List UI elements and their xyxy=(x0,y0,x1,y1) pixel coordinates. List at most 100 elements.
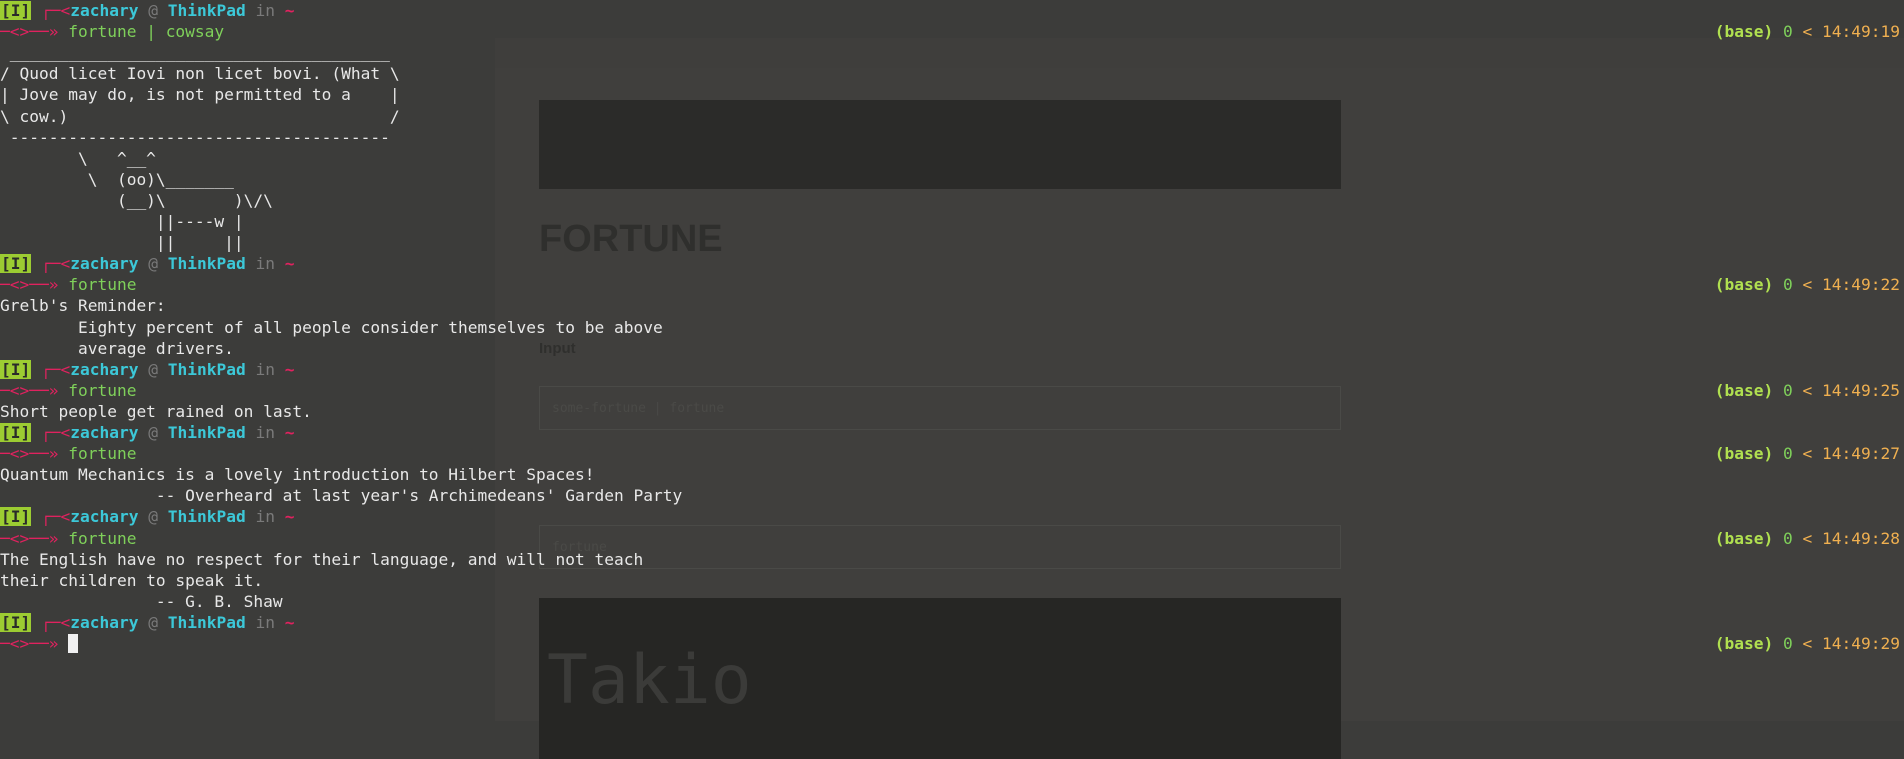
prompt-lt: < xyxy=(1802,528,1813,548)
prompt-host: ThinkPad xyxy=(167,612,246,632)
command-text: fortune xyxy=(68,380,137,400)
prompt-host: ThinkPad xyxy=(167,423,246,442)
prompt-connector-icon: ┌─< xyxy=(41,423,71,442)
output-text: -- Overheard at last year's Archimedeans… xyxy=(0,486,683,506)
prompt-host: ThinkPad xyxy=(167,254,246,274)
output-text: Short people get rained on last. xyxy=(0,401,312,421)
prompt-in: in xyxy=(255,359,275,379)
output-text: (__)\ )\/\ xyxy=(0,190,273,210)
prompt-connector-icon: ┌─< xyxy=(41,612,71,632)
command-text: fortune | cowsay xyxy=(68,22,225,42)
prompt-arrow-icon: ─<>──» xyxy=(0,528,59,548)
prompt-user: zachary xyxy=(70,423,139,442)
output-line: --------------------------------------- xyxy=(0,127,1904,148)
command-text: fortune xyxy=(68,444,137,464)
prompt-command-line: ─<>──» fortune (base) 0 < 14:49:27 xyxy=(0,443,1904,464)
prompt-at: @ xyxy=(148,1,158,20)
prompt-directory: ~ xyxy=(284,254,295,274)
output-text: ||----w | xyxy=(0,212,244,231)
prompt-in: in xyxy=(255,1,275,20)
prompt-user: zachary xyxy=(70,359,139,379)
right-prompt: (base) 0 < 14:49:22 xyxy=(1715,274,1900,295)
output-line: their children to speak it. xyxy=(0,570,1904,591)
command-text: fortune xyxy=(68,275,137,295)
output-text: | Jove may do, is not permitted to a | xyxy=(0,85,400,105)
timestamp: 14:49:27 xyxy=(1822,444,1900,464)
vi-mode-indicator: [I] xyxy=(0,612,32,632)
vi-mode-indicator: [I] xyxy=(0,359,32,379)
output-text: -- G. B. Shaw xyxy=(0,591,283,611)
output-line: / Quod licet Iovi non licet bovi. (What … xyxy=(0,63,1904,84)
output-text: --------------------------------------- xyxy=(0,127,390,147)
output-line: | Jove may do, is not permitted to a | xyxy=(0,84,1904,105)
prompt-connector-icon: ┌─< xyxy=(41,1,71,20)
prompt-arrow-icon: ─<>──» xyxy=(0,380,59,400)
output-line: average drivers. xyxy=(0,338,1904,359)
output-line: The English have no respect for their la… xyxy=(0,549,1904,570)
vi-mode-indicator: [I] xyxy=(0,254,32,274)
prompt-command-line: ─<>──» fortune (base) 0 < 14:49:22 xyxy=(0,274,1904,295)
prompt-at: @ xyxy=(148,254,158,274)
prompt-directory: ~ xyxy=(284,359,295,379)
output-line: _______________________________________ xyxy=(0,42,1904,63)
output-text: Grelb's Reminder: xyxy=(0,296,166,316)
prompt-header-line: [I] ┌─<zachary @ ThinkPad in ~ xyxy=(0,422,1904,443)
output-line: Eighty percent of all people consider th… xyxy=(0,317,1904,338)
output-text: Eighty percent of all people consider th… xyxy=(0,317,663,337)
output-line: \ cow.) / xyxy=(0,106,1904,127)
right-prompt: (base) 0 < 14:49:25 xyxy=(1715,380,1900,401)
output-line: -- Overheard at last year's Archimedeans… xyxy=(0,485,1904,506)
output-text: || || xyxy=(0,233,244,253)
prompt-user: zachary xyxy=(70,1,139,20)
prompt-at: @ xyxy=(148,507,158,527)
output-text: \ cow.) / xyxy=(0,106,400,126)
output-text: average drivers. xyxy=(0,338,234,358)
prompt-directory: ~ xyxy=(284,612,295,632)
prompt-lt: < xyxy=(1802,22,1813,42)
prompt-user: zachary xyxy=(70,507,139,527)
exit-code: 0 xyxy=(1783,528,1793,548)
command-text: fortune xyxy=(68,528,137,548)
prompt-in: in xyxy=(255,612,275,632)
prompt-at: @ xyxy=(148,359,158,379)
conda-env-badge: (base) xyxy=(1714,528,1774,548)
output-line: Grelb's Reminder: xyxy=(0,295,1904,316)
prompt-header-line: [I] ┌─<zachary @ ThinkPad in ~ xyxy=(0,253,1904,274)
output-line: (__)\ )\/\ xyxy=(0,190,1904,211)
prompt-user: zachary xyxy=(70,612,139,632)
prompt-connector-icon: ┌─< xyxy=(41,507,71,527)
conda-env-badge: (base) xyxy=(1714,22,1774,42)
exit-code: 0 xyxy=(1783,380,1793,400)
prompt-command-line: ─<>──» (base) 0 < 14:49:29 xyxy=(0,633,1904,654)
prompt-directory: ~ xyxy=(284,507,295,527)
output-text: / Quod licet Iovi non licet bovi. (What … xyxy=(0,64,400,84)
prompt-in: in xyxy=(255,254,275,274)
output-line: \ (oo)\_______ xyxy=(0,169,1904,190)
prompt-at: @ xyxy=(148,612,158,632)
prompt-command-line: ─<>──» fortune (base) 0 < 14:49:25 xyxy=(0,380,1904,401)
right-prompt: (base) 0 < 14:49:27 xyxy=(1715,443,1900,464)
output-line: Quantum Mechanics is a lovely introducti… xyxy=(0,464,1904,485)
prompt-host: ThinkPad xyxy=(167,1,246,20)
timestamp: 14:49:28 xyxy=(1822,528,1900,548)
prompt-user: zachary xyxy=(70,254,139,274)
prompt-host: ThinkPad xyxy=(167,359,246,379)
conda-env-badge: (base) xyxy=(1714,444,1774,464)
output-line: \ ^__^ xyxy=(0,148,1904,169)
vi-mode-indicator: [I] xyxy=(0,1,32,20)
prompt-arrow-icon: ─<>──» xyxy=(0,444,59,464)
exit-code: 0 xyxy=(1783,275,1793,295)
output-line: || || xyxy=(0,232,1904,253)
prompt-host: ThinkPad xyxy=(167,507,246,527)
text-cursor[interactable] xyxy=(68,634,79,653)
vi-mode-indicator: [I] xyxy=(0,507,32,527)
prompt-connector-icon: ┌─< xyxy=(41,254,71,274)
prompt-command-line: ─<>──» fortune (base) 0 < 14:49:28 xyxy=(0,528,1904,549)
conda-env-badge: (base) xyxy=(1714,634,1774,653)
prompt-header-line: [I] ┌─<zachary @ ThinkPad in ~ xyxy=(0,506,1904,527)
output-text: Quantum Mechanics is a lovely introducti… xyxy=(0,465,595,485)
output-line: Short people get rained on last. xyxy=(0,401,1904,422)
prompt-lt: < xyxy=(1802,634,1813,653)
terminal-window[interactable]: [I] ┌─<zachary @ ThinkPad in ~ ─<>──» for… xyxy=(0,0,1904,721)
timestamp: 14:49:25 xyxy=(1822,380,1900,400)
